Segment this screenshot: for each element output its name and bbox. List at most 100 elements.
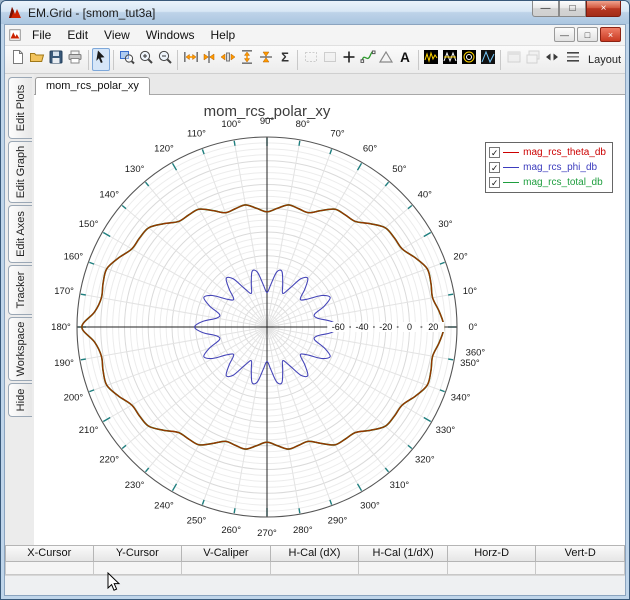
mdi-restore-button[interactable]: □ bbox=[577, 27, 598, 42]
add-shape-button[interactable] bbox=[377, 48, 396, 71]
selection-box-button[interactable] bbox=[301, 48, 320, 71]
zoom-in-button[interactable] bbox=[136, 48, 155, 71]
region-box-button[interactable] bbox=[320, 48, 339, 71]
open-file-button[interactable] bbox=[28, 48, 47, 71]
document-tab-mom-rcs-polar-xy[interactable]: mom_rcs_polar_xy bbox=[35, 77, 150, 95]
status-bar bbox=[5, 575, 625, 595]
readout-header-vert-d: Vert-D bbox=[536, 545, 625, 562]
angle-label: 220° bbox=[99, 454, 119, 465]
zoom-window-button[interactable] bbox=[117, 48, 136, 71]
add-text-icon: A bbox=[397, 49, 413, 70]
menu-help[interactable]: Help bbox=[203, 25, 244, 45]
angle-label: 50° bbox=[392, 164, 407, 175]
sidebar-tab-edit-graph[interactable]: Edit Graph bbox=[8, 141, 32, 203]
plot-style-2-icon bbox=[442, 49, 458, 70]
legend-item: ✓mag_rcs_total_db bbox=[489, 175, 606, 190]
readout-value bbox=[536, 562, 625, 575]
angle-label: 210° bbox=[79, 425, 99, 436]
edit-curve-button[interactable] bbox=[358, 48, 377, 71]
readout-value bbox=[271, 562, 360, 575]
radial-label: 0 bbox=[407, 322, 412, 332]
compress-horizontal-icon bbox=[201, 49, 217, 70]
angle-label: 140° bbox=[99, 190, 119, 201]
readout-header-horz-d: Horz-D bbox=[448, 545, 537, 562]
add-marker-button[interactable] bbox=[339, 48, 358, 71]
sidebar-tab-workspace[interactable]: Workspace bbox=[8, 317, 32, 381]
select-pointer-button[interactable] bbox=[92, 48, 111, 71]
sidebar-tab-label: Edit Axes bbox=[15, 211, 27, 257]
legend-checkbox[interactable]: ✓ bbox=[489, 177, 500, 188]
layout-button[interactable] bbox=[561, 48, 585, 71]
plot-style-2-button[interactable] bbox=[441, 48, 460, 71]
sync-views-icon bbox=[544, 49, 560, 70]
angle-label: 310° bbox=[390, 480, 410, 491]
readout-value bbox=[448, 562, 537, 575]
save-icon bbox=[48, 49, 64, 70]
angle-label: 300° bbox=[360, 500, 380, 511]
angle-label: 110° bbox=[187, 128, 206, 139]
menu-view[interactable]: View bbox=[96, 25, 138, 45]
new-document-button[interactable] bbox=[9, 48, 28, 71]
sidebar-tab-hide[interactable]: Hide bbox=[8, 383, 32, 417]
readout-bar: X-CursorY-CursorV-CaliperH-Cal (dX)H-Cal… bbox=[5, 545, 625, 575]
minimize-button[interactable]: — bbox=[532, 1, 559, 17]
plot-area[interactable]: 0°10°20°30°40°50°60°70°80°90°100°110°120… bbox=[34, 95, 625, 545]
fit-vertical-button[interactable] bbox=[238, 48, 257, 71]
client-area: FileEditViewWindowsHelp —□× ΣALayout Edi… bbox=[4, 24, 626, 596]
readout-header-v-caliper: V-Caliper bbox=[182, 545, 271, 562]
legend-checkbox[interactable]: ✓ bbox=[489, 147, 500, 158]
tile-windows-button[interactable] bbox=[504, 48, 523, 71]
mdi-close-button[interactable]: × bbox=[600, 27, 621, 42]
angle-label: 30° bbox=[438, 219, 453, 230]
legend-line-swatch bbox=[503, 152, 519, 153]
mouse-cursor bbox=[107, 572, 121, 592]
angle-label: 320° bbox=[415, 454, 435, 465]
plot-style-1-button[interactable] bbox=[422, 48, 441, 71]
menu-edit[interactable]: Edit bbox=[59, 25, 96, 45]
readout-value bbox=[5, 562, 94, 575]
open-file-icon bbox=[29, 49, 45, 70]
angle-label: 200° bbox=[64, 393, 84, 404]
toolbar-separator bbox=[177, 50, 178, 70]
sidebar-tab-edit-axes[interactable]: Edit Axes bbox=[8, 205, 32, 263]
add-shape-icon bbox=[378, 49, 394, 70]
sidebar-tab-label: Edit Plots bbox=[15, 85, 27, 131]
angle-label: 80° bbox=[296, 119, 311, 130]
add-text-button[interactable]: A bbox=[396, 48, 415, 71]
print-button[interactable] bbox=[66, 48, 85, 71]
layout-icon bbox=[565, 49, 581, 70]
menu-file[interactable]: File bbox=[24, 25, 59, 45]
sync-views-button[interactable] bbox=[542, 48, 561, 71]
zoom-window-icon bbox=[119, 49, 135, 70]
menu-windows[interactable]: Windows bbox=[138, 25, 203, 45]
fit-horizontal-button[interactable] bbox=[181, 48, 200, 71]
angle-label: 270° bbox=[257, 528, 277, 539]
select-pointer-icon bbox=[93, 49, 109, 70]
tile-windows-icon bbox=[506, 49, 522, 70]
angle-label: 280° bbox=[293, 525, 313, 536]
autoscale-button[interactable]: Σ bbox=[276, 48, 295, 71]
plot-style-3-button[interactable] bbox=[460, 48, 479, 71]
angle-label: 290° bbox=[328, 516, 348, 527]
close-button[interactable]: × bbox=[586, 1, 621, 17]
sidebar-tab-tracker[interactable]: Tracker bbox=[8, 265, 32, 315]
add-marker-icon bbox=[341, 49, 357, 70]
compress-horizontal-button[interactable] bbox=[200, 48, 219, 71]
compress-vertical-button[interactable] bbox=[257, 48, 276, 71]
region-box-icon bbox=[322, 49, 338, 70]
plot-style-4-button[interactable] bbox=[478, 48, 497, 71]
save-button[interactable] bbox=[47, 48, 66, 71]
sidebar-tab-edit-plots[interactable]: Edit Plots bbox=[8, 77, 32, 139]
angle-label: 230° bbox=[125, 480, 145, 491]
maximize-button[interactable]: □ bbox=[559, 1, 586, 17]
svg-text:Σ: Σ bbox=[281, 50, 289, 65]
mdi-minimize-button[interactable]: — bbox=[554, 27, 575, 42]
zoom-out-button[interactable] bbox=[155, 48, 174, 71]
document-icon bbox=[8, 28, 22, 42]
angle-label: 180° bbox=[51, 322, 71, 333]
plot-style-4-icon bbox=[480, 49, 496, 70]
legend-checkbox[interactable]: ✓ bbox=[489, 162, 500, 173]
cascade-windows-button[interactable] bbox=[523, 48, 542, 71]
legend-line-swatch bbox=[503, 182, 519, 183]
expand-horizontal-button[interactable] bbox=[219, 48, 238, 71]
